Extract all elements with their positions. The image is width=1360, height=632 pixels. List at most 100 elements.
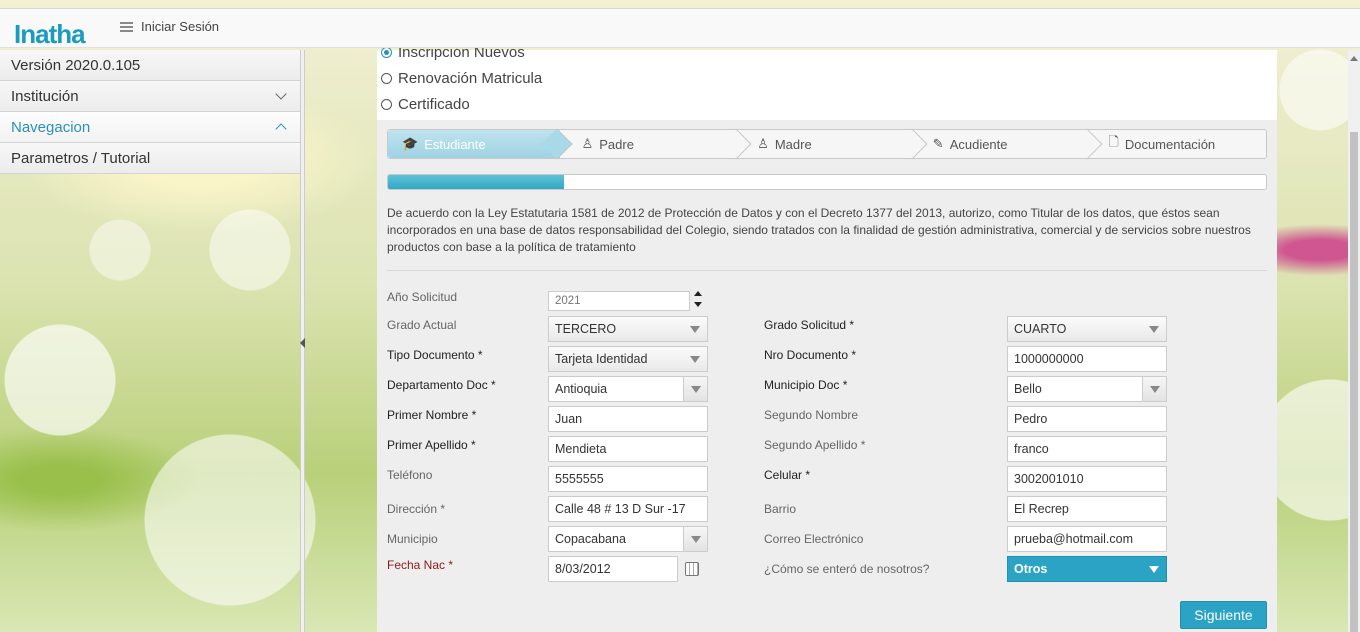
divider [387,270,1267,271]
segundo-nombre-label: Segundo Nombre [764,408,859,422]
departamento-doc-select[interactable]: Antioquia [548,376,708,402]
municipio-doc-value: Bello [1014,382,1042,396]
nro-documento-input[interactable]: 1000000000 [1007,346,1167,372]
como-se-entero-select[interactable]: Otros [1007,556,1167,582]
anio-solicitud-label: Año Solicitud [387,290,458,304]
user-icon: ♙ [757,136,769,151]
anio-solicitud-input[interactable]: 2021 [548,291,690,311]
scroll-up-icon[interactable] [1350,56,1358,61]
wizard-progress-bar [387,174,1267,190]
municipio-doc-label: Municipio Doc * [764,378,848,392]
sidebar-item-label: Versión 2020.0.105 [11,56,141,74]
scroll-thumb[interactable] [1350,132,1358,632]
radio-renovacion[interactable]: Renovación Matricula [381,70,542,87]
hamburger-icon [120,21,133,32]
segundo-apellido-input[interactable]: franco [1007,436,1167,462]
sidebar-item-parametros[interactable]: Parametros / Tutorial [0,143,300,174]
segundo-apellido-label: Segundo Apellido * [764,438,866,452]
sidebar-item-version: Versión 2020.0.105 [0,50,300,81]
stepper-down-icon[interactable] [694,302,702,307]
step-label: Madre [774,136,812,152]
step-label: Estudiante [424,136,486,152]
barrio-input[interactable]: El Recrep [1007,496,1167,522]
app-logo[interactable]: Inatha [14,19,86,50]
sidebar-item-label: Institución [11,87,79,105]
next-button[interactable]: Siguiente [1180,601,1267,629]
sidebar-item-navegacion[interactable]: Navegacion [0,112,300,143]
segundo-nombre-input[interactable]: Pedro [1007,406,1167,432]
municipio-label: Municipio [387,532,438,546]
barrio-label: Barrio [764,502,797,516]
dropdown-arrow [683,317,707,341]
wizard-steps: 🎓 Estudiante ♙ Padre ♙ Madre ✎ Acudiente… [387,129,1267,159]
pencil-icon: ✎ [932,136,944,151]
tipo-documento-select[interactable]: Tarjeta Identidad [548,346,708,372]
como-se-entero-value: Otros [1014,562,1048,576]
chevron-down-icon [690,355,700,363]
municipio-value: Copacabana [555,532,626,546]
primer-nombre-label: Primer Nombre * [387,408,477,422]
grado-solicitud-select[interactable]: CUARTO [1007,316,1167,342]
tab-estudiante[interactable]: 🎓 Estudiante [388,130,560,158]
tab-padre[interactable]: ♙ Padre [564,130,740,158]
progress-fill [388,175,564,189]
correo-input[interactable]: prueba@hotmail.com [1007,526,1167,552]
grado-actual-value: TERCERO [555,322,617,336]
como-se-entero-label: ¿Cómo se enteró de nosotros? [764,562,930,576]
chevron-down-icon [690,535,701,543]
fecha-nac-label: Fecha Nac * [387,558,454,572]
radio-unchecked-icon[interactable] [381,73,392,84]
chevron-down-icon [690,385,701,393]
collapse-arrow-icon[interactable] [300,338,305,348]
login-menu-button[interactable]: Iniciar Sesión [120,19,219,34]
chevron-down-icon [690,325,700,333]
year-stepper[interactable] [694,291,702,307]
scrollbar[interactable] [1348,50,1360,632]
grado-solicitud-label: Grado Solicitud * [764,318,855,332]
fecha-nac-input[interactable]: 8/03/2012 [548,556,678,582]
sidebar-item-label: Navegacion [11,118,91,136]
correo-label: Correo Electrónico [764,532,864,546]
login-menu-label: Iniciar Sesión [141,19,220,34]
primer-nombre-input[interactable]: Juan [548,406,708,432]
dropdown-arrow [683,377,707,401]
user-icon: ♙ [581,136,594,151]
chevron-up-icon [275,123,287,135]
telefono-input[interactable]: 5555555 [548,466,708,492]
celular-input[interactable]: 3002001010 [1007,466,1167,492]
tipo-documento-value: Tarjeta Identidad [555,352,648,366]
primer-apellido-input[interactable]: Mendieta [548,436,708,462]
grado-actual-select[interactable]: TERCERO [548,316,708,342]
dropdown-arrow [683,347,707,371]
data-policy-text: De acuerdo con la Ley Estatutaria 1581 d… [387,206,1251,254]
tipo-documento-label: Tipo Documento * [387,348,483,362]
top-bar: Inatha Iniciar Sesión [0,8,1360,50]
radio-certificado[interactable]: Certificado [381,96,470,113]
radio-label: Renovación Matricula [398,70,543,87]
municipio-doc-select[interactable]: Bello [1007,376,1167,402]
departamento-doc-label: Departamento Doc * [387,378,496,392]
grado-actual-label: Grado Actual [387,318,457,332]
primer-apellido-label: Primer Apellido * [387,438,476,452]
sidebar: Versión 2020.0.105 Institución Navegacio… [0,50,300,174]
direccion-label: Dirección * [387,502,446,516]
calendar-icon[interactable] [685,562,699,576]
dropdown-arrow [683,527,707,551]
sidebar-item-institucion[interactable]: Institución [0,81,300,112]
municipio-select[interactable]: Copacabana [548,526,708,552]
tab-madre[interactable]: ♙ Madre [739,130,915,158]
stepper-up-icon[interactable] [694,291,702,296]
radio-label: Certificado [398,96,470,113]
chevron-down-icon [1149,385,1160,393]
chevron-down-icon [1149,325,1159,333]
tab-acudiente[interactable]: ✎ Acudiente [915,130,1091,158]
step-label: Documentación [1124,136,1216,152]
radio-unchecked-icon[interactable] [381,99,392,110]
dropdown-arrow [1142,377,1166,401]
direccion-input[interactable]: Calle 48 # 13 D Sur -17 [548,496,708,522]
tab-documentacion[interactable]: 🗋 Documentación [1090,130,1266,158]
graduation-cap-icon: 🎓 [402,136,419,151]
radio-checked-icon[interactable] [381,47,392,58]
chevron-down-icon [275,88,287,100]
sidebar-item-label: Parametros / Tutorial [11,149,151,167]
